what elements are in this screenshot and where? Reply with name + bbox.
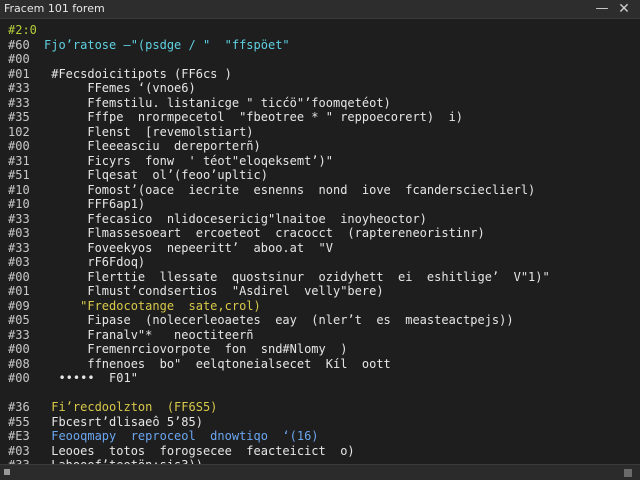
status-bar [0,464,640,480]
minimize-button[interactable]: — [592,1,612,17]
title-bar: Fracem 101 forem — ✕ [0,0,640,19]
close-button[interactable]: ✕ [614,1,634,17]
line-number: #33 [8,457,42,464]
editor-window: Fracem 101 forem — ✕ #2:0 #60 Fjoʼratose —… [0,0,640,480]
code-editor[interactable]: #2:0 #60 Fjoʼratose —"(psdge / " "ffspöet"… [0,20,640,464]
line-code: Lahooofʼteotön:sis3)) [44,457,203,464]
status-indicator-icon [4,469,10,475]
code-line[interactable]: #33 Lahooofʼteotön:sis3)) [0,457,640,464]
resize-grip-icon[interactable] [624,469,632,477]
window-title: Fracem 101 forem [4,2,105,15]
